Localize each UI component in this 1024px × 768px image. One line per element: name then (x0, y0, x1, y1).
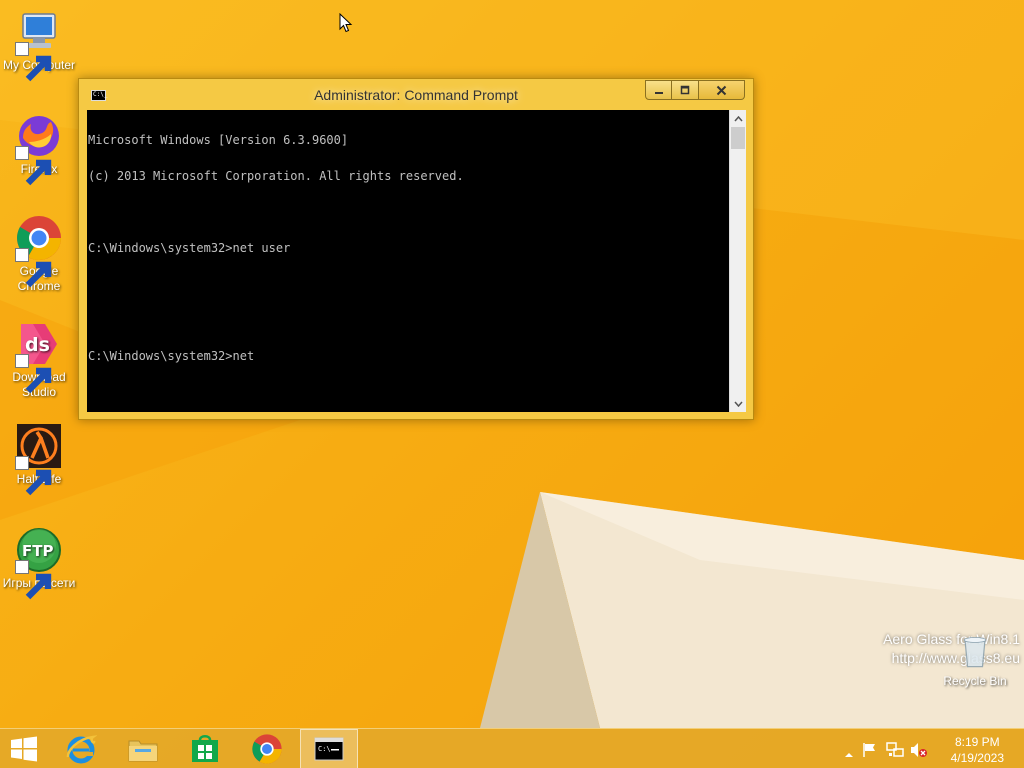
console-input-line[interactable]: C:\Windows\system32>net (88, 350, 726, 362)
windows-logo-icon (11, 736, 37, 762)
svg-text:C:\: C:\ (318, 745, 331, 753)
window-controls (645, 80, 745, 100)
taskbar-google-chrome[interactable] (238, 729, 296, 768)
shortcut-arrow-icon (15, 146, 52, 186)
network-button[interactable] (886, 742, 904, 762)
maximize-icon (680, 85, 690, 95)
scroll-down-button[interactable] (730, 395, 746, 412)
shortcut-arrow-icon (15, 354, 52, 394)
console-area[interactable]: Microsoft Windows [Version 6.3.9600] (c)… (87, 110, 746, 412)
shortcut-arrow-icon (15, 560, 52, 600)
taskbar-command-prompt[interactable]: C:\ (300, 729, 358, 768)
start-button[interactable] (0, 729, 48, 768)
desktop-icon-firefox[interactable]: Firefox (0, 112, 78, 186)
volume-button[interactable] (910, 742, 928, 762)
taskbar: C:\ 8:19 PM 4/19/2023 (0, 728, 1024, 768)
desktop-icon-recycle-bin[interactable]: Recycle Bin (936, 630, 1014, 689)
desktop-icon-my-computer[interactable]: My Computer (0, 8, 78, 82)
store-icon (192, 735, 218, 762)
taskbar-internet-explorer[interactable] (52, 729, 110, 768)
folder-icon (128, 740, 158, 762)
desktop-icon-download-studio[interactable]: ds Download Studio (0, 320, 78, 400)
internet-explorer-icon (66, 735, 97, 764)
window-titlebar[interactable]: C:\_ Administrator: Command Prompt (79, 79, 753, 109)
action-center-button[interactable] (862, 742, 878, 762)
clock-time: 8:19 PM (954, 735, 1000, 749)
flag-icon (863, 743, 875, 757)
console-line: Microsoft Windows [Version 6.3.9600] (88, 133, 349, 147)
console-output[interactable]: Microsoft Windows [Version 6.3.9600] (c)… (88, 110, 726, 386)
desktop-icon-label: Recycle Bin (943, 674, 1007, 688)
minimize-icon (654, 92, 663, 94)
taskbar-file-explorer[interactable] (114, 729, 172, 768)
taskbar-windows-store[interactable] (176, 729, 234, 768)
shortcut-arrow-icon (15, 456, 52, 496)
chevron-up-icon (845, 753, 853, 757)
arrow-cursor-icon (339, 12, 353, 33)
recycle-bin-icon (963, 637, 987, 668)
minimize-button[interactable] (645, 80, 672, 100)
close-icon (716, 85, 727, 95)
desktop-icon-google-chrome[interactable]: Google Chrome (0, 214, 78, 294)
desktop-icon-network-games[interactable]: FTP Игры по сети (0, 526, 78, 600)
command-prompt-icon: C:\ (314, 737, 344, 761)
mouse-cursor (339, 12, 353, 37)
speaker-muted-icon (911, 743, 927, 757)
console-line: (c) 2013 Microsoft Corporation. All righ… (88, 169, 464, 183)
console-line: C:\Windows\system32>net user (88, 241, 291, 255)
maximize-button[interactable] (672, 80, 699, 100)
chrome-icon (252, 734, 282, 764)
vertical-scrollbar[interactable] (729, 110, 746, 412)
system-tray: 8:19 PM 4/19/2023 (844, 729, 1024, 768)
shortcut-arrow-icon (15, 248, 52, 288)
show-hidden-icons-button[interactable] (844, 744, 854, 763)
shortcut-arrow-icon (15, 42, 52, 82)
desktop-icon-half-life[interactable]: Half-Life (0, 422, 78, 496)
clock-date: 4/19/2023 (950, 751, 1004, 765)
command-prompt-window[interactable]: C:\_ Administrator: Command Prompt Micro… (78, 78, 754, 420)
chevron-down-icon (734, 401, 743, 407)
chevron-up-icon (733, 115, 743, 121)
network-icon (886, 742, 904, 757)
scrollbar-thumb[interactable] (731, 127, 745, 149)
scroll-up-button[interactable] (730, 110, 746, 127)
close-button[interactable] (699, 80, 745, 100)
svg-text:FTP: FTP (22, 542, 53, 560)
taskbar-clock[interactable]: 8:19 PM 4/19/2023 (951, 734, 1004, 766)
svg-text:ds: ds (25, 334, 50, 356)
